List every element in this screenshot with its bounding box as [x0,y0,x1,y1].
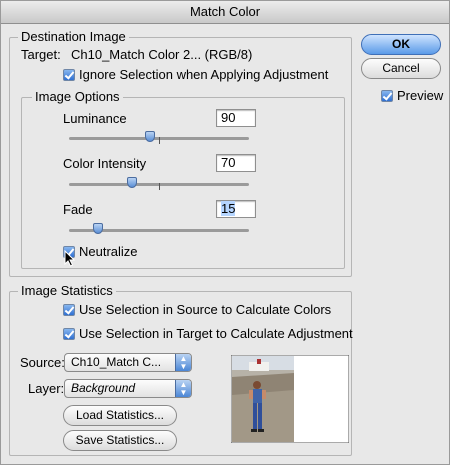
neutralize-label: Neutralize [79,244,138,259]
fade-value: 15 [221,201,236,216]
color-intensity-thumb[interactable] [127,177,137,188]
luminance-label: Luminance [63,111,127,126]
use-source-selection-checkbox[interactable] [63,304,75,316]
fade-label: Fade [63,202,93,217]
ignore-selection-label: Ignore Selection when Applying Adjustmen… [79,67,329,82]
fade-slider[interactable] [69,223,249,236]
popup-arrows-icon: ▲ ▼ [175,354,191,371]
destination-image-legend: Destination Image [18,29,129,45]
source-label: Source: [20,355,65,370]
preview-label: Preview [397,88,444,103]
luminance-slider[interactable] [69,131,249,144]
color-intensity-input[interactable]: 70 [216,154,256,172]
popup-arrows-icon: ▲ ▼ [175,380,191,397]
fade-input[interactable]: 15 [216,200,256,218]
layer-popup-value: Background [71,381,136,395]
color-intensity-value: 70 [221,155,236,170]
luminance-value: 90 [221,110,236,125]
use-target-selection-checkbox[interactable] [63,328,75,340]
target-label: Target: [21,47,61,62]
fade-thumb[interactable] [93,223,103,234]
ignore-selection-checkbox[interactable] [63,69,75,81]
color-intensity-label: Color Intensity [63,156,147,171]
luminance-midpoint-tick [159,137,160,144]
preview-checkbox[interactable] [381,90,393,102]
source-popup[interactable]: Ch10_Match C... ▲ ▼ [64,353,192,372]
layer-label: Layer: [28,381,65,396]
save-statistics-button[interactable]: Save Statistics... [63,430,177,451]
use-source-selection-label: Use Selection in Source to Calculate Col… [79,302,332,317]
use-target-selection-label: Use Selection in Target to Calculate Adj… [79,326,353,341]
luminance-thumb[interactable] [145,131,155,142]
ok-button[interactable]: OK [361,34,441,55]
color-intensity-slider[interactable] [69,177,249,190]
window-title: Match Color [1,1,449,24]
mouse-cursor-icon [64,250,76,267]
match-color-dialog: Match Color Destination Image Target: Ch… [0,0,450,465]
layer-popup[interactable]: Background ▲ ▼ [64,379,192,398]
luminance-input[interactable]: 90 [216,109,256,127]
source-popup-value: Ch10_Match C... [71,355,162,369]
target-value: Ch10_Match Color 2... (RGB/8) [71,47,253,62]
image-statistics-legend: Image Statistics [18,283,116,299]
image-options-legend: Image Options [32,89,123,105]
load-statistics-button[interactable]: Load Statistics... [63,405,177,426]
color-intensity-midpoint-tick [159,183,160,190]
source-image-thumbnail [231,355,349,443]
cancel-button[interactable]: Cancel [361,58,441,79]
